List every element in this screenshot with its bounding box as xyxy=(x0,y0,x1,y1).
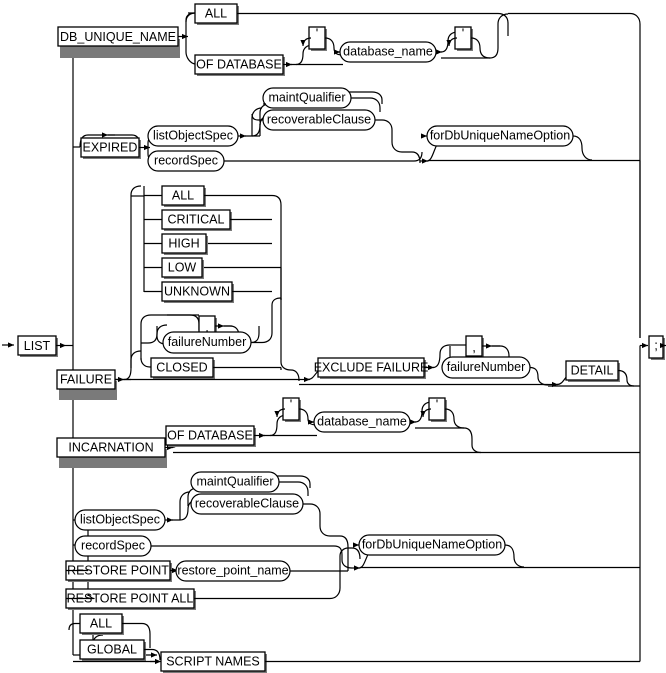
node-failure-all-label: ALL xyxy=(172,188,194,202)
node-for-db-unique-name-option-2-label: forDbUniqueNameOption xyxy=(362,537,502,551)
branch-failure: FAILURE xyxy=(56,369,124,400)
node-maint-qualifier-1: maintQualifier xyxy=(262,87,352,109)
node-failure-closed-label: CLOSED xyxy=(156,360,207,374)
node-failure-all: ALL xyxy=(144,185,272,207)
node-of-database-2: OF DATABASE xyxy=(165,425,256,447)
syntax-diagram-canvas: LIST DB_UNIQUE_NAME ALL OF DATABASE ' da… xyxy=(0,0,666,673)
node-semicolon-label: ; xyxy=(654,337,658,352)
node-quote-close-1-label: ' xyxy=(462,25,464,40)
node-for-db-unique-name-option-1: forDbUniqueNameOption xyxy=(426,125,574,147)
node-restore-point-all: RESTORE POINT ALL xyxy=(65,588,196,610)
node-quote-open-2-label: ' xyxy=(290,396,292,411)
branch-db-unique-name: DB_UNIQUE_NAME xyxy=(57,26,188,58)
node-failure-number-1-label: failureNumber xyxy=(168,335,247,349)
node-quote-open-1: ' xyxy=(308,25,327,51)
railroad-diagram: LIST DB_UNIQUE_NAME ALL OF DATABASE ' da… xyxy=(2,3,666,673)
node-failure-number-2: failureNumber xyxy=(441,356,531,379)
node-database-name-2: database_name xyxy=(313,411,411,433)
node-failure-unknown: UNKNOWN xyxy=(144,281,272,303)
node-record-spec-1-label: recordSpec xyxy=(154,153,218,167)
node-exclude-failure: EXCLUDE FAILURE xyxy=(314,357,429,379)
node-script-names: SCRIPT NAMES xyxy=(160,651,267,673)
node-incarnation-label: INCARNATION xyxy=(68,440,153,454)
node-semicolon: ; xyxy=(648,335,665,360)
node-failure-critical: CRITICAL xyxy=(144,209,272,231)
node-script-names-label: SCRIPT NAMES xyxy=(166,654,260,668)
node-expired-label: EXPIRED xyxy=(83,140,138,154)
node-all-dbun: ALL xyxy=(194,3,239,25)
node-list: LIST xyxy=(17,335,58,357)
node-failure-number-1: failureNumber xyxy=(162,331,252,354)
branch-expired: EXPIRED xyxy=(73,132,150,159)
node-quote-close-2: ' xyxy=(428,396,447,422)
node-failure-unknown-label: UNKNOWN xyxy=(164,284,230,298)
node-failure-critical-label: CRITICAL xyxy=(168,212,225,226)
node-script-all-label: ALL xyxy=(90,616,112,630)
node-quote-close-2-label: ' xyxy=(436,396,438,411)
node-restore-point-name-label: restore_point_name xyxy=(177,563,288,577)
node-script-global-label: GLOBAL xyxy=(87,642,137,656)
node-exclude-comma-label: , xyxy=(472,339,476,354)
node-maint-qualifier-2-label: maintQualifier xyxy=(196,474,273,488)
node-for-db-unique-name-option-1-label: forDbUniqueNameOption xyxy=(430,128,570,142)
node-recoverable-clause-1-label: recoverableClause xyxy=(267,112,371,126)
node-failure-label: FAILURE xyxy=(60,372,112,386)
node-restore-point: RESTORE POINT xyxy=(65,560,172,582)
node-script-global: GLOBAL xyxy=(79,639,146,661)
node-record-spec-1: recordSpec xyxy=(147,150,225,172)
node-list-object-spec-2: listObjectSpec xyxy=(74,509,166,531)
node-detail: DETAIL xyxy=(565,360,620,382)
node-restore-point-name: restore_point_name xyxy=(175,560,291,582)
node-db-unique-name-label: DB_UNIQUE_NAME xyxy=(60,30,176,44)
node-recoverable-clause-2: recoverableClause xyxy=(190,493,304,515)
node-quote-open-1-label: ' xyxy=(316,25,318,40)
node-list-object-spec-2-label: listObjectSpec xyxy=(80,512,160,526)
node-exclude-comma: , xyxy=(465,335,484,358)
node-database-name-1-label: database_name xyxy=(343,44,433,58)
node-list-object-spec-1: listObjectSpec xyxy=(147,125,239,147)
node-database-name-2-label: database_name xyxy=(317,414,407,428)
node-database-name-1: database_name xyxy=(339,41,437,63)
node-recoverable-clause-1: recoverableClause xyxy=(262,109,376,131)
node-recoverable-clause-2-label: recoverableClause xyxy=(195,496,299,510)
node-quote-open-2: ' xyxy=(282,396,301,422)
node-of-database-1: OF DATABASE xyxy=(194,54,285,76)
node-maint-qualifier-2: maintQualifier xyxy=(190,471,280,493)
node-failure-number-2-label: failureNumber xyxy=(447,360,526,374)
node-record-spec-2: recordSpec xyxy=(74,535,152,557)
node-of-database-1-label: OF DATABASE xyxy=(196,57,282,71)
node-all-dbun-label: ALL xyxy=(205,6,227,20)
node-of-database-2-label: OF DATABASE xyxy=(167,428,253,442)
node-for-db-unique-name-option-2: forDbUniqueNameOption xyxy=(358,534,506,556)
branch-incarnation: INCARNATION xyxy=(56,437,173,468)
node-failure-high: HIGH xyxy=(144,233,272,255)
node-detail-label: DETAIL xyxy=(571,363,614,377)
node-quote-close-1: ' xyxy=(454,25,473,51)
node-list-label: LIST xyxy=(24,339,51,353)
node-maint-qualifier-1-label: maintQualifier xyxy=(268,90,345,104)
node-failure-high-label: HIGH xyxy=(168,236,199,250)
node-script-all: ALL xyxy=(79,613,124,635)
node-exclude-failure-label: EXCLUDE FAILURE xyxy=(314,360,429,374)
node-failure-closed: CLOSED xyxy=(140,351,281,379)
node-record-spec-2-label: recordSpec xyxy=(81,538,145,552)
node-list-object-spec-1-label: listObjectSpec xyxy=(153,128,233,142)
node-failure-low-label: LOW xyxy=(168,260,197,274)
node-failure-low: LOW xyxy=(144,257,281,279)
